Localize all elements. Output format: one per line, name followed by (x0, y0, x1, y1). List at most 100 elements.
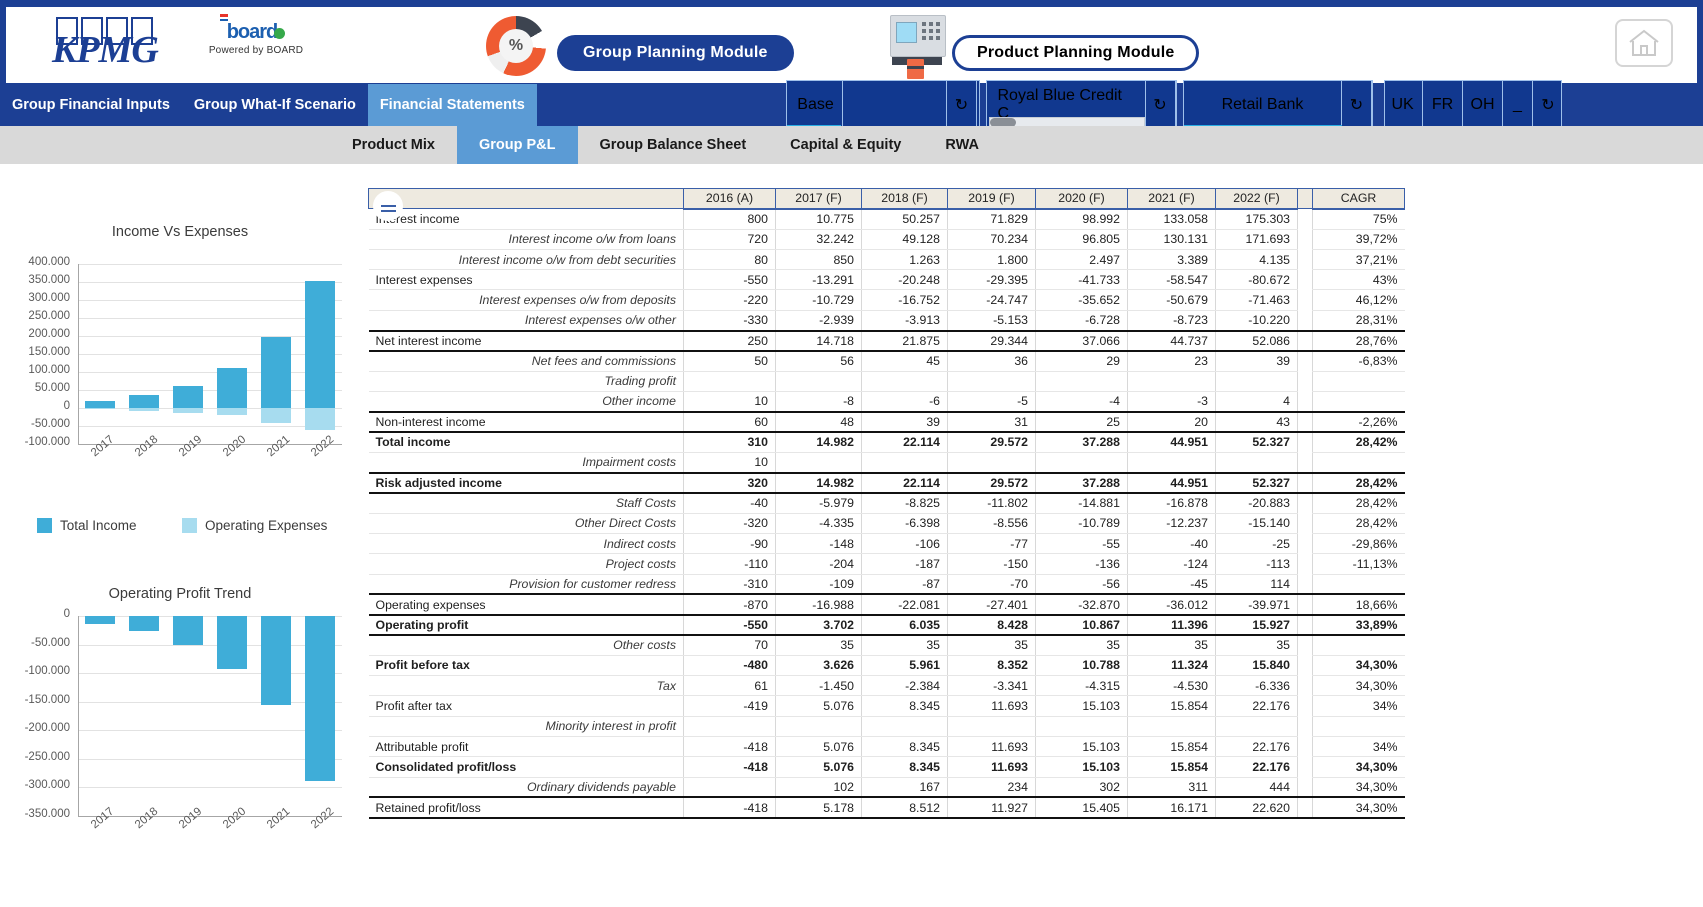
cell-value[interactable]: 44.737 (1127, 330, 1216, 352)
cell-value[interactable]: 2.497 (1035, 249, 1128, 271)
cell-value[interactable]: 1.800 (947, 249, 1036, 271)
cell-value[interactable]: 250 (683, 330, 776, 352)
cell-value[interactable]: -22.081 (861, 594, 948, 616)
cell-value[interactable]: 49.128 (861, 229, 948, 250)
table-row[interactable]: Tax 61 -1.450 -2.384 -3.341 -4.315 -4.530 -6.33… (368, 675, 1405, 697)
table-row[interactable]: Other income 10 -8 -6 -5 -4 -3 4 (368, 391, 1405, 413)
cell-value[interactable]: 29.572 (947, 432, 1036, 453)
cell-value[interactable]: -187 (861, 553, 948, 575)
cell-value[interactable]: 70 (683, 635, 776, 656)
nav-item-financial-statements[interactable]: Financial Statements (367, 84, 537, 126)
cell-value[interactable]: 1.263 (861, 249, 948, 271)
cell-value[interactable] (1215, 716, 1298, 738)
home-icon[interactable] (1615, 19, 1673, 67)
cell-value[interactable] (775, 452, 862, 474)
table-row[interactable]: Net interest income 250 14.718 21.875 29.344… (368, 330, 1405, 352)
cell-value[interactable] (683, 777, 776, 799)
cell-value[interactable]: -418 (683, 756, 776, 778)
cell-value[interactable]: -45 (1127, 574, 1216, 596)
cell-value[interactable]: 37.288 (1035, 472, 1128, 494)
cell-value[interactable]: -4 (1035, 391, 1128, 413)
cell-value[interactable]: -5.979 (775, 492, 862, 514)
cell-value[interactable]: 37.066 (1035, 330, 1128, 352)
cell-value[interactable]: -56 (1035, 574, 1128, 596)
cell-value[interactable]: 56 (775, 350, 862, 372)
cell-value[interactable]: 21.875 (861, 330, 948, 352)
cell-value[interactable]: -1.450 (775, 675, 862, 697)
col-header-2016[interactable]: 2016 (A) (683, 187, 776, 210)
cell-value[interactable]: 133.058 (1127, 208, 1216, 230)
col-header-2017[interactable]: 2017 (F) (775, 187, 862, 210)
cell-value[interactable]: -29.395 (947, 269, 1036, 291)
cell-value[interactable]: 5.076 (775, 695, 862, 717)
cell-value[interactable]: 29.572 (947, 472, 1036, 494)
cell-value[interactable]: 800 (683, 208, 776, 230)
cell-value[interactable]: 35 (1127, 635, 1216, 656)
cell-value[interactable]: 44.951 (1127, 472, 1216, 494)
cell-value[interactable]: -320 (683, 513, 776, 535)
product-planning-module-button[interactable]: Product Planning Module (952, 35, 1200, 71)
cell-value[interactable]: -310 (683, 574, 776, 596)
cell-value[interactable]: -16.878 (1127, 492, 1216, 514)
cell-value[interactable] (1127, 716, 1216, 738)
cell-value[interactable]: 4.135 (1215, 249, 1298, 271)
cell-value[interactable]: -41.733 (1035, 269, 1128, 291)
cell-value[interactable]: 22.176 (1215, 756, 1298, 778)
cell-value[interactable]: -3 (1127, 391, 1216, 413)
cell-value[interactable]: 61 (683, 675, 776, 697)
cell-value[interactable]: 39 (1215, 350, 1298, 372)
cell-value[interactable]: 50 (683, 350, 776, 372)
table-row[interactable]: Non-interest income 60 48 39 31 25 20 43 -2,26% (368, 411, 1405, 434)
cell-value[interactable]: 3.389 (1127, 249, 1216, 271)
col-header-2018[interactable]: 2018 (F) (861, 187, 948, 210)
table-row[interactable]: Interest income 800 10.775 50.257 71.829 98.9… (368, 208, 1405, 230)
cell-value[interactable]: -50.679 (1127, 289, 1216, 311)
cell-value[interactable]: -124 (1127, 553, 1216, 575)
cell-value[interactable]: 50.257 (861, 208, 948, 230)
table-row[interactable]: Profit after tax -419 5.076 8.345 11.693 15.1… (368, 695, 1405, 717)
cell-value[interactable]: -109 (775, 574, 862, 596)
cell-value[interactable]: 35 (775, 635, 862, 656)
table-row[interactable]: Consolidated profit/loss -418 5.076 8.345 11… (368, 756, 1405, 778)
cell-value[interactable]: 22.176 (1215, 695, 1298, 717)
cell-value[interactable]: 22.176 (1215, 736, 1298, 758)
cell-value[interactable] (861, 716, 948, 738)
cell-value[interactable]: 29.344 (947, 330, 1036, 352)
cell-value[interactable]: 311 (1127, 777, 1216, 799)
cell-value[interactable]: 15.103 (1035, 695, 1128, 717)
cell-value[interactable]: -13.291 (775, 269, 862, 291)
cell-value[interactable]: -148 (775, 533, 862, 555)
tab-group-pl[interactable]: Group P&L (456, 126, 578, 164)
cell-value[interactable]: 16.171 (1127, 797, 1216, 819)
cell-value[interactable]: 31 (947, 411, 1036, 434)
col-header-2020[interactable]: 2020 (F) (1035, 187, 1128, 210)
table-row[interactable]: Staff Costs -40 -5.979 -8.825 -11.802 -14.881… (368, 492, 1405, 514)
entity-selector-retail-bank-refresh-icon[interactable]: ↻ (1342, 81, 1372, 129)
region-selector-oh[interactable]: OH (1463, 81, 1504, 129)
table-row[interactable]: Total income 310 14.982 22.114 29.572 37.288 4… (368, 432, 1405, 453)
cell-value[interactable]: -330 (683, 310, 776, 332)
cell-value[interactable]: -10.220 (1215, 310, 1298, 332)
cell-value[interactable]: -5 (947, 391, 1036, 413)
table-row[interactable]: Provision for customer redress -310 -109 -8… (368, 574, 1405, 596)
cell-value[interactable]: 96.805 (1035, 229, 1128, 250)
cell-value[interactable]: -11.802 (947, 492, 1036, 514)
table-row[interactable]: Interest expenses o/w other -330 -2.939 -3.… (368, 310, 1405, 332)
cell-value[interactable]: 11.693 (947, 756, 1036, 778)
cell-value[interactable]: 720 (683, 229, 776, 250)
cell-value[interactable]: 22.620 (1215, 797, 1298, 819)
cell-value[interactable]: -32.870 (1035, 594, 1128, 616)
tab-capital-equity[interactable]: Capital & Equity (768, 126, 923, 164)
cell-value[interactable]: -4.530 (1127, 675, 1216, 697)
cell-value[interactable]: -10.729 (775, 289, 862, 311)
table-row[interactable]: Project costs -110 -204 -187 -150 -136 -124 -11… (368, 553, 1405, 575)
cell-value[interactable]: 310 (683, 432, 776, 453)
cell-value[interactable]: 23 (1127, 350, 1216, 372)
cell-value[interactable]: 60 (683, 411, 776, 434)
cell-value[interactable]: -6 (861, 391, 948, 413)
table-row[interactable]: Net fees and commissions 50 56 45 36 29 23 39 -6… (368, 350, 1405, 372)
cell-value[interactable]: 15.854 (1127, 736, 1216, 758)
cell-value[interactable] (1127, 452, 1216, 474)
col-header-2019[interactable]: 2019 (F) (947, 187, 1036, 210)
cell-value[interactable]: 8.512 (861, 797, 948, 819)
